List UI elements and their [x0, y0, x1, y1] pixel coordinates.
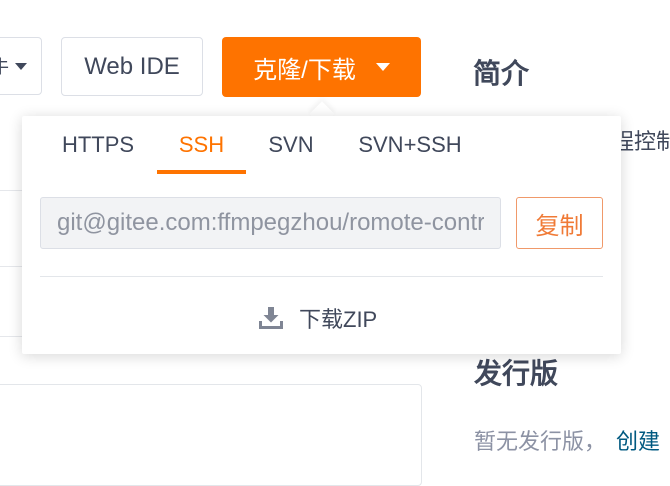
download-zip-button[interactable]: 下载ZIP — [259, 300, 377, 336]
releases-title: 发行版 — [474, 358, 559, 389]
clone-download-button[interactable]: 克隆/下载 — [222, 37, 421, 97]
clone-protocol-tabs: HTTPS SSH SVN SVN+SSH — [22, 116, 621, 174]
download-icon — [259, 307, 283, 329]
copy-button[interactable]: 复制 — [516, 197, 603, 249]
clone-dropdown: HTTPS SSH SVN SVN+SSH 复制 下载ZIP — [22, 116, 621, 354]
chevron-down-icon — [375, 63, 390, 71]
web-ide-button[interactable]: Web IDE — [61, 37, 203, 96]
clone-download-label: 克隆/下载 — [253, 56, 356, 84]
tab-https[interactable]: HTTPS — [54, 128, 142, 174]
tab-svn[interactable]: SVN — [259, 128, 323, 174]
create-release-link[interactable]: 创建 — [616, 429, 660, 454]
clone-url-input[interactable] — [40, 197, 501, 249]
clone-url-row: 复制 — [40, 197, 603, 249]
web-ide-label: Web IDE — [84, 52, 180, 80]
releases-empty-text: 暂无发行版， 创建 — [474, 424, 660, 456]
download-zip-label: 下载ZIP — [299, 307, 378, 332]
branch-select-button[interactable]: 牛 — [0, 37, 42, 95]
branch-select-label: 牛 — [0, 53, 9, 79]
intro-title: 简介 — [473, 58, 530, 89]
tab-ssh[interactable]: SSH — [157, 128, 246, 174]
chevron-down-icon — [15, 62, 27, 70]
dropdown-divider — [40, 276, 603, 277]
releases-empty-label: 暂无发行版， — [474, 429, 607, 454]
readme-box — [0, 384, 422, 486]
tab-svn-ssh[interactable]: SVN+SSH — [348, 128, 472, 174]
copy-label: 复制 — [535, 212, 584, 240]
